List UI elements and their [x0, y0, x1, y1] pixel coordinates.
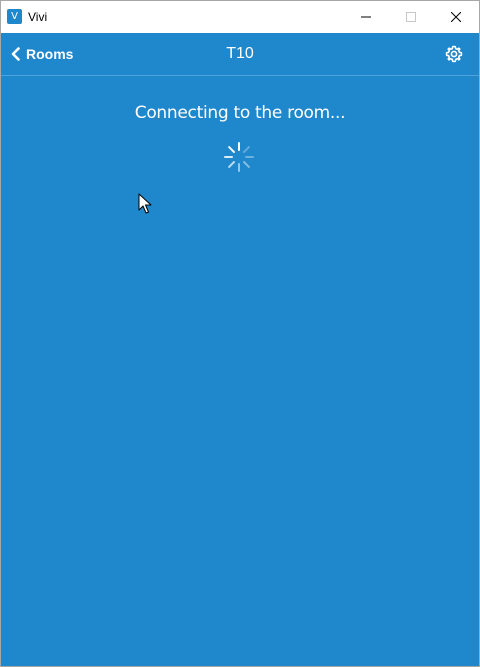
maximize-icon	[406, 12, 416, 22]
spinner-icon	[224, 142, 254, 172]
minimize-button[interactable]	[343, 1, 389, 33]
connection-status-text: Connecting to the room...	[134, 103, 346, 123]
window-title: Vivi	[28, 10, 48, 24]
close-button[interactable]	[433, 1, 479, 33]
app-window: V Vivi Rooms T10 Connecting to the room.…	[0, 0, 480, 667]
minimize-icon	[361, 16, 371, 18]
title-bar[interactable]: V Vivi	[1, 1, 479, 33]
navigation-bar: Rooms T10	[1, 33, 479, 76]
maximize-button[interactable]	[388, 1, 434, 33]
close-icon	[451, 12, 461, 22]
mouse-cursor-icon	[138, 193, 152, 214]
settings-button[interactable]	[444, 44, 464, 64]
app-logo-icon: V	[7, 9, 22, 24]
gear-icon	[445, 45, 463, 63]
room-title: T10	[226, 45, 254, 62]
app-content: Rooms T10 Connecting to the room...	[1, 33, 479, 666]
